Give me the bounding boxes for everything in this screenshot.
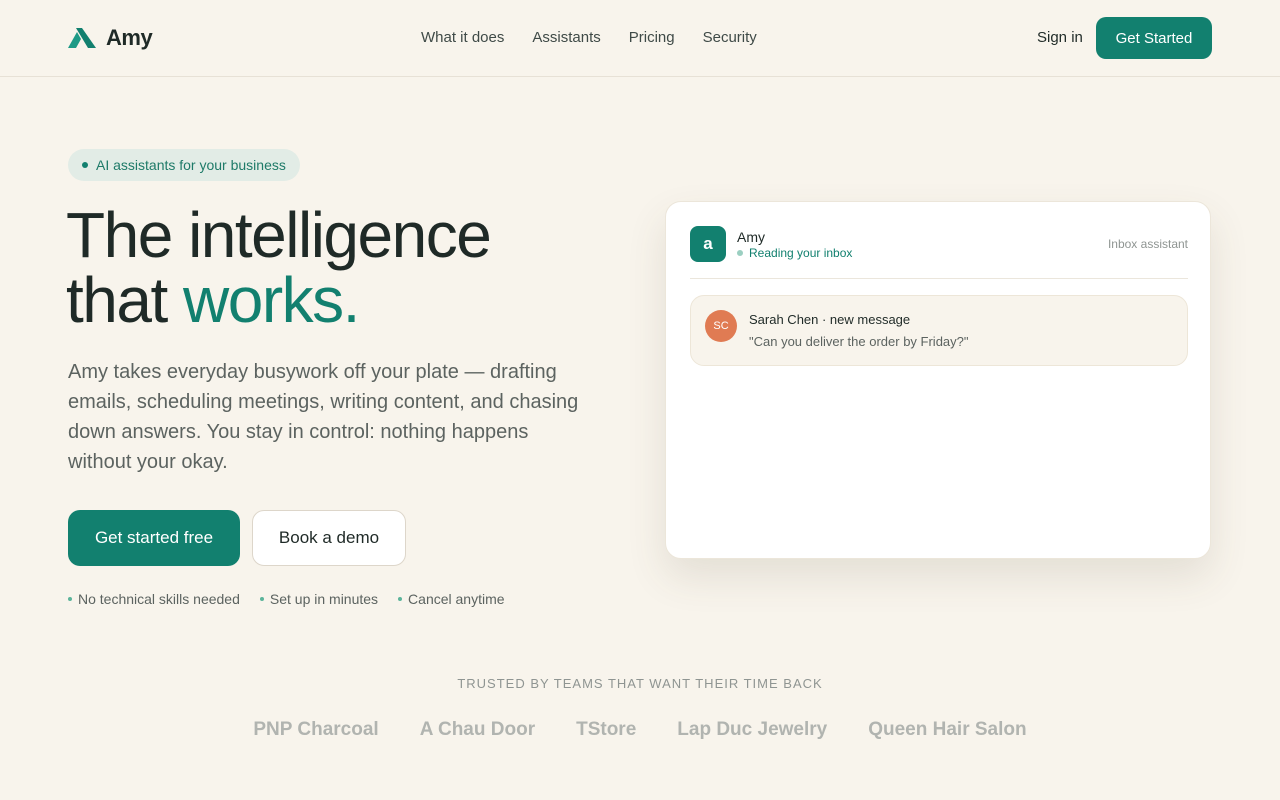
- brand-logo[interactable]: Amy: [68, 25, 153, 51]
- assistant-avatar: a: [690, 226, 726, 262]
- customer-logo-a-chau-door: A Chau Door: [419, 719, 536, 740]
- trusted-label: TRUSTED BY TEAMS THAT WANT THEIR TIME BA…: [457, 676, 823, 691]
- headline-line-2-prefix: that: [66, 264, 184, 336]
- sign-in-link[interactable]: Sign in: [1037, 29, 1083, 46]
- perk-dot-icon: [68, 597, 72, 601]
- nav-link-what-it-does[interactable]: What it does: [421, 29, 504, 46]
- assistant-status-label: Reading your inbox: [749, 246, 853, 260]
- perk-item: No technical skills needed: [68, 591, 240, 607]
- book-demo-button[interactable]: Book a demo: [252, 510, 406, 566]
- headline-accent: works.: [183, 264, 360, 336]
- brand-name: Amy: [106, 25, 153, 50]
- customer-logo-pnp-charcoal: PNP Charcoal: [253, 719, 379, 740]
- perk-item: Set up in minutes: [259, 591, 379, 607]
- perk-label: Set up in minutes: [269, 591, 379, 607]
- message-title: Sarah Chen · new message: [749, 312, 911, 327]
- headline-line-1: The intelligence: [66, 199, 492, 271]
- perk-dot-icon: [259, 597, 264, 601]
- perk-item: Cancel anytime: [398, 591, 505, 607]
- card-header: a Amy Reading your inbox Inbox assistant: [690, 226, 1188, 279]
- perk-label: Cancel anytime: [408, 591, 505, 607]
- customer-logos: PNP Charcoal A Chau Door TStore Lap Duc …: [0, 719, 1280, 741]
- hero-badge: AI assistants for your business: [68, 149, 300, 181]
- nav-links: What it does Assistants Pricing Security: [421, 29, 757, 46]
- top-nav: Amy What it does Assistants Pricing Secu…: [0, 0, 1280, 77]
- badge-dot-icon: [82, 162, 88, 168]
- customer-logo-tstore: TStore: [576, 719, 637, 740]
- message-body: "Can you deliver the order by Friday?": [749, 334, 969, 349]
- nav-link-security[interactable]: Security: [703, 29, 757, 46]
- perks-list: No technical skills needed Set up in min…: [68, 591, 505, 607]
- get-started-button[interactable]: Get Started: [1096, 17, 1212, 59]
- assistant-preview-card: a Amy Reading your inbox Inbox assistant…: [665, 201, 1211, 559]
- status-dot-icon: [737, 250, 743, 256]
- sender-avatar: SC: [705, 310, 737, 342]
- customer-logo-lap-duc-jewelry: Lap Duc Jewelry: [677, 719, 828, 740]
- nav-link-assistants[interactable]: Assistants: [532, 29, 600, 46]
- badge-label: AI assistants for your business: [96, 157, 286, 173]
- assistant-name: Amy: [737, 229, 765, 245]
- hero-subtext: Amy takes everyday busywork off your pla…: [68, 361, 579, 473]
- customer-logo-queen-hair-salon: Queen Hair Salon: [868, 719, 1027, 740]
- assistant-type-tag: Inbox assistant: [1107, 237, 1188, 251]
- perk-label: No technical skills needed: [78, 591, 240, 607]
- hero-headline: The intelligence that works.: [66, 203, 626, 333]
- amy-logo-icon: [68, 28, 96, 48]
- nav-link-pricing[interactable]: Pricing: [629, 29, 675, 46]
- message-item: SC Sarah Chen · new message "Can you del…: [690, 295, 1188, 366]
- assistant-status: Reading your inbox: [737, 246, 852, 260]
- perk-dot-icon: [398, 597, 403, 601]
- get-started-free-button[interactable]: Get started free: [68, 510, 240, 566]
